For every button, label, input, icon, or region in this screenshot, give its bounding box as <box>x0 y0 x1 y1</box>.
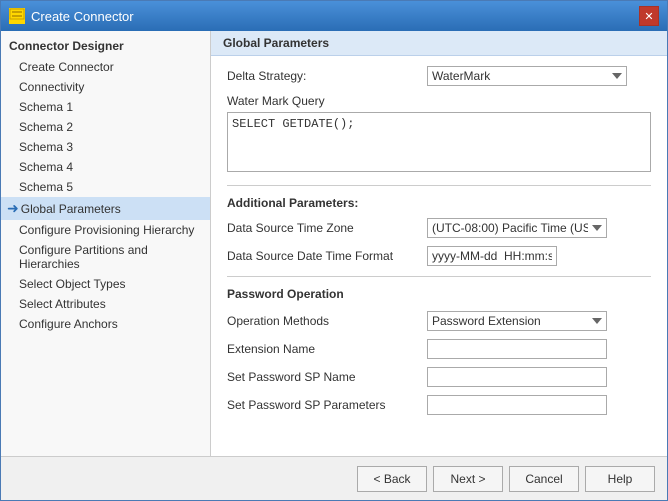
section-divider-1 <box>227 185 651 186</box>
help-button[interactable]: Help <box>585 466 655 492</box>
watermark-section: Water Mark Query SELECT GETDATE(); <box>227 94 651 175</box>
delta-strategy-row: Delta Strategy: WaterMark None Timestamp <box>227 66 651 86</box>
operation-methods-select[interactable]: Password Extension None <box>427 311 607 331</box>
additional-params-section: Additional Parameters: Data Source Time … <box>227 196 651 266</box>
watermark-query-textarea[interactable]: SELECT GETDATE(); <box>227 112 651 172</box>
sidebar-item-schema1[interactable]: Schema 1 <box>1 97 210 117</box>
sp-params-label: Set Password SP Parameters <box>227 398 427 412</box>
password-operation-title: Password Operation <box>227 287 651 301</box>
extension-name-control <box>427 339 651 359</box>
timezone-select[interactable]: (UTC-08:00) Pacific Time (US & C... <box>427 218 607 238</box>
current-arrow-icon: ➜ <box>7 200 19 217</box>
sidebar-item-schema4[interactable]: Schema 4 <box>1 157 210 177</box>
sidebar-header: Connector Designer <box>1 35 210 57</box>
sp-params-input[interactable] <box>427 395 607 415</box>
footer: < Back Next > Cancel Help <box>1 456 667 500</box>
delta-strategy-section: Delta Strategy: WaterMark None Timestamp… <box>227 66 651 175</box>
window-title: Create Connector <box>31 9 134 24</box>
sidebar-item-schema3[interactable]: Schema 3 <box>1 137 210 157</box>
main-window: Create Connector ✕ Connector Designer Cr… <box>0 0 668 501</box>
password-operation-section: Password Operation Operation Methods Pas… <box>227 287 651 415</box>
datetime-format-input[interactable] <box>427 246 557 266</box>
datetime-format-label: Data Source Date Time Format <box>227 249 427 263</box>
sidebar-item-schema2[interactable]: Schema 2 <box>1 117 210 137</box>
sp-name-control <box>427 367 651 387</box>
extension-name-label: Extension Name <box>227 342 427 356</box>
operation-methods-control: Password Extension None <box>427 311 651 331</box>
timezone-control: (UTC-08:00) Pacific Time (US & C... <box>427 218 651 238</box>
delta-strategy-label: Delta Strategy: <box>227 69 427 83</box>
close-button[interactable]: ✕ <box>639 6 659 26</box>
sidebar-item-select-attributes[interactable]: Select Attributes <box>1 294 210 314</box>
operation-methods-row: Operation Methods Password Extension Non… <box>227 311 651 331</box>
sp-params-row: Set Password SP Parameters <box>227 395 651 415</box>
back-button[interactable]: < Back <box>357 466 427 492</box>
extension-name-input[interactable] <box>427 339 607 359</box>
titlebar-left: Create Connector <box>9 8 134 24</box>
datetime-format-row: Data Source Date Time Format <box>227 246 651 266</box>
sp-name-input[interactable] <box>427 367 607 387</box>
delta-strategy-select[interactable]: WaterMark None Timestamp <box>427 66 627 86</box>
sidebar-item-configure-partitions-hierarchies[interactable]: Configure Partitions and Hierarchies <box>1 240 210 274</box>
sidebar-item-configure-anchors[interactable]: Configure Anchors <box>1 314 210 334</box>
sidebar-item-connectivity[interactable]: Connectivity <box>1 77 210 97</box>
content-area: Connector Designer Create Connector Conn… <box>1 31 667 456</box>
sp-name-label: Set Password SP Name <box>227 370 427 384</box>
sp-params-control <box>427 395 651 415</box>
app-icon <box>9 8 25 24</box>
sp-name-row: Set Password SP Name <box>227 367 651 387</box>
panel-content: Delta Strategy: WaterMark None Timestamp… <box>211 56 667 456</box>
sidebar-item-select-object-types[interactable]: Select Object Types <box>1 274 210 294</box>
next-button[interactable]: Next > <box>433 466 503 492</box>
timezone-label: Data Source Time Zone <box>227 221 427 235</box>
operation-methods-label: Operation Methods <box>227 314 427 328</box>
sidebar-item-schema5[interactable]: Schema 5 <box>1 177 210 197</box>
sidebar-item-create-connector[interactable]: Create Connector <box>1 57 210 77</box>
main-panel: Global Parameters Delta Strategy: WaterM… <box>211 31 667 456</box>
watermark-label: Water Mark Query <box>227 94 651 108</box>
titlebar-controls: ✕ <box>639 6 659 26</box>
datetime-format-control <box>427 246 651 266</box>
titlebar: Create Connector ✕ <box>1 1 667 31</box>
sidebar: Connector Designer Create Connector Conn… <box>1 31 211 456</box>
sidebar-item-configure-provisioning-hierarchy[interactable]: Configure Provisioning Hierarchy <box>1 220 210 240</box>
additional-params-title: Additional Parameters: <box>227 196 651 210</box>
cancel-button[interactable]: Cancel <box>509 466 579 492</box>
extension-name-row: Extension Name <box>227 339 651 359</box>
delta-strategy-control: WaterMark None Timestamp <box>427 66 651 86</box>
panel-header: Global Parameters <box>211 31 667 56</box>
timezone-row: Data Source Time Zone (UTC-08:00) Pacifi… <box>227 218 651 238</box>
sidebar-item-global-parameters[interactable]: ➜ Global Parameters <box>1 197 210 220</box>
section-divider-2 <box>227 276 651 277</box>
